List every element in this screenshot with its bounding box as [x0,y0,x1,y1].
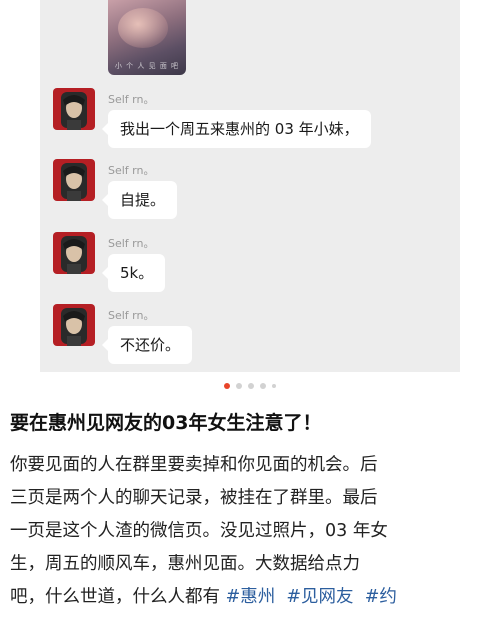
pager-dot[interactable] [272,384,276,388]
photo-caption: 小 个 人 见 面 吧 [114,62,180,70]
sender-avatar[interactable] [53,159,95,201]
post-body: 你要见面的人在群里要卖掉和你见面的机会。后 三页是两个人的聊天记录，被挂在了群里… [10,449,495,614]
pager-dot[interactable] [248,383,254,389]
pager-dot-active[interactable] [224,383,230,389]
sender-avatar[interactable] [53,88,95,130]
pager-dot[interactable] [236,383,242,389]
post-body-last-line: 吧，什么世道，什么人都有 #惠州 #见网友 #约 [10,581,495,614]
message-bubble[interactable]: 不还价。 [101,326,193,364]
post-body-line: 一页是这个人渣的微信页。没见过照片，03 年女 [10,521,388,541]
post-body-line: 你要见面的人在群里要卖掉和你见面的机会。后 [10,455,378,475]
pager-dot[interactable] [260,383,266,389]
hashtag-link[interactable]: #约 [365,587,397,607]
hashtag-link[interactable]: #见网友 [286,587,353,607]
image-pager[interactable] [0,383,500,389]
sender-avatar[interactable] [53,304,95,346]
post-body-line: 生，周五的顺风车，惠州见面。大数据给点力 [10,554,360,574]
message-bubble[interactable]: 自提。 [101,181,178,219]
sender-name: Self rn。 [108,93,155,106]
sender-name: Self rn。 [108,309,155,322]
sender-avatar[interactable] [53,232,95,274]
sender-name: Self rn。 [108,237,155,250]
post-headline: 要在惠州见网友的03年女生注意了！ [10,412,322,434]
chat-screenshot [40,0,460,372]
message-bubble[interactable]: 我出一个周五来惠州的 03 年小妹， [102,110,371,148]
chat-photo-thumbnail[interactable]: 小 个 人 见 面 吧 [108,0,186,75]
hashtag-link[interactable]: #惠州 [226,587,276,607]
photo-cloud [118,8,168,48]
post-body-line: 三页是两个人的聊天记录，被挂在了群里。最后 [10,488,378,508]
sender-name: Self rn。 [108,164,155,177]
message-bubble[interactable]: 5k。 [101,254,166,292]
post-body-text: 吧，什么世道，什么人都有 [10,587,226,607]
